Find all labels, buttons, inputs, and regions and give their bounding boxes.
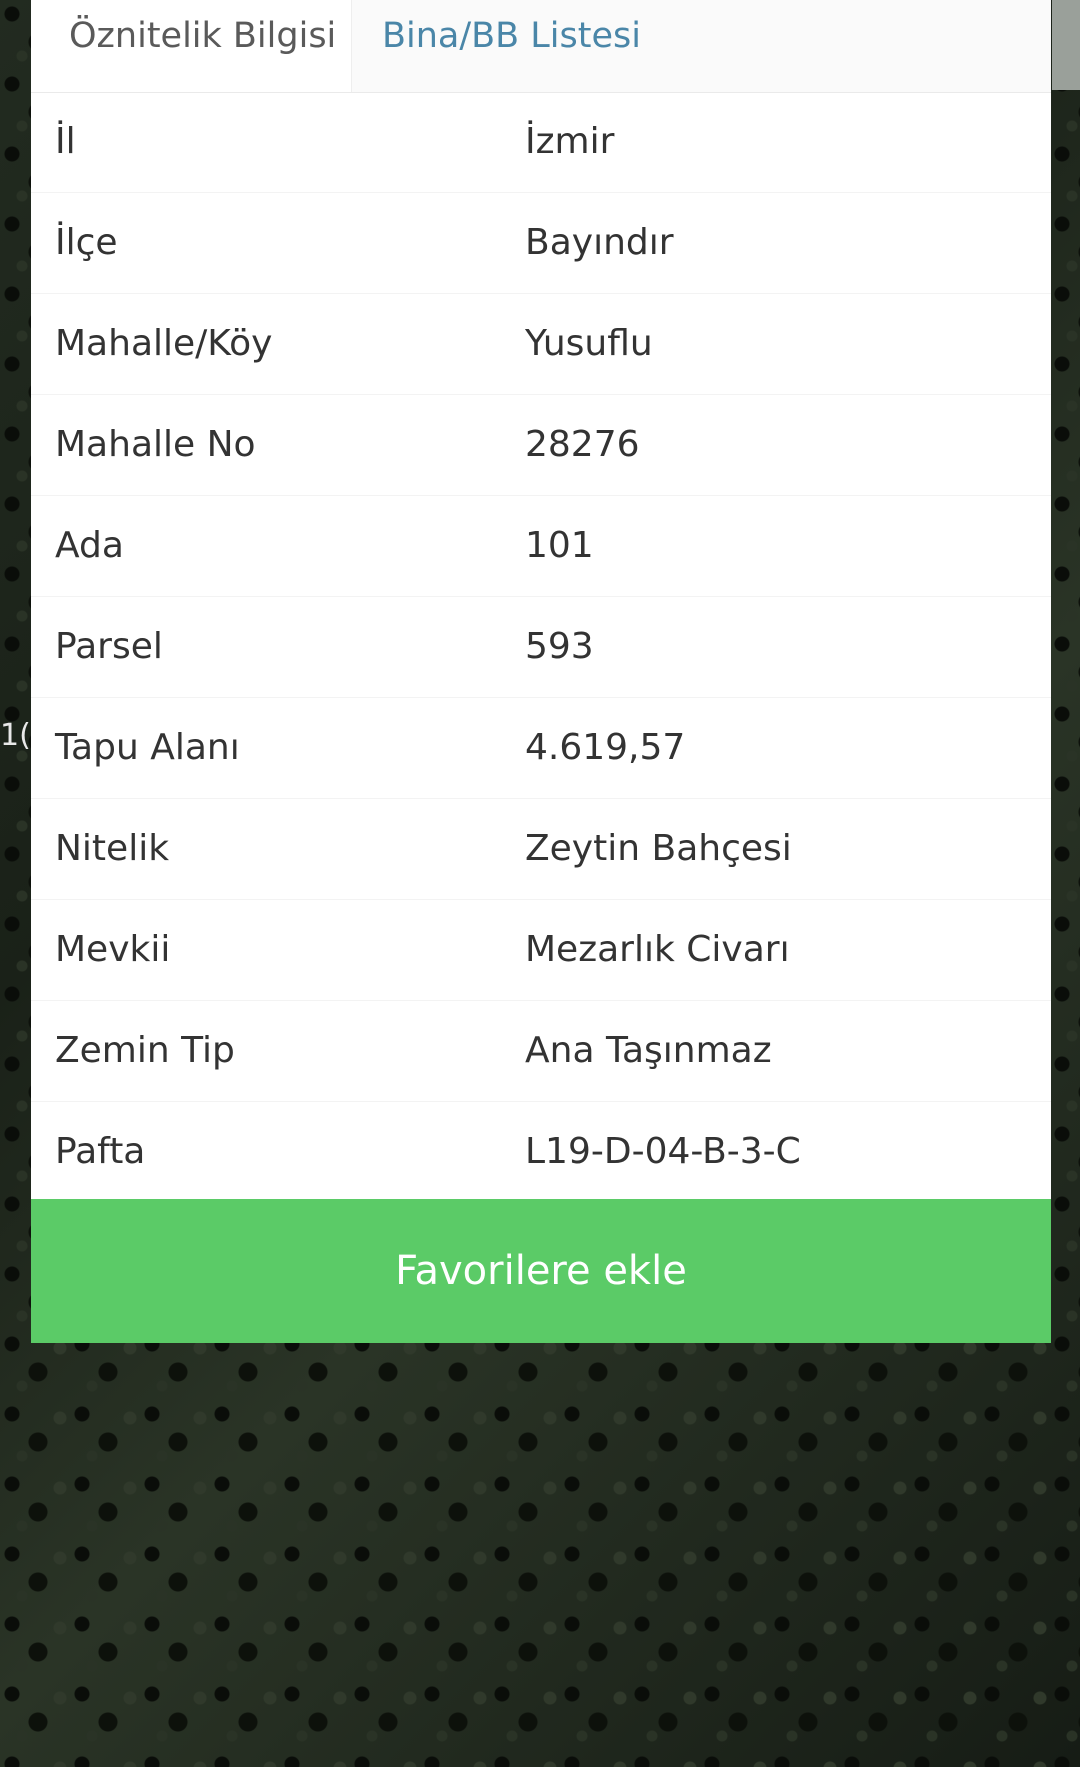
attribute-label: İl bbox=[55, 121, 76, 162]
attribute-row-parsel: Parsel 593 bbox=[31, 597, 1051, 698]
tab-attribute-info[interactable]: Öznitelik Bilgisi bbox=[31, 0, 351, 92]
attribute-label: Mahalle No bbox=[55, 424, 256, 465]
attribute-value: Bayındır bbox=[525, 222, 674, 263]
attribute-value: Zeytin Bahçesi bbox=[525, 828, 792, 869]
attribute-value: Mezarlık Civarı bbox=[525, 929, 790, 970]
attribute-row-ada: Ada 101 bbox=[31, 496, 1051, 597]
attribute-table: İl İzmir İlçe Bayındır Mahalle/Köy Yusuf… bbox=[31, 92, 1051, 1203]
attribute-value: L19-D-04-B-3-C bbox=[525, 1131, 801, 1172]
attribute-row-mevkii: Mevkii Mezarlık Civarı bbox=[31, 900, 1051, 1001]
attribute-label: İlçe bbox=[55, 222, 118, 263]
attribute-row-mahalle-no: Mahalle No 28276 bbox=[31, 395, 1051, 496]
attribute-label: Ada bbox=[55, 525, 124, 566]
add-to-favorites-button[interactable]: Favorilere ekle bbox=[31, 1199, 1051, 1343]
map-parcel-label: 1( bbox=[0, 718, 31, 753]
attribute-label: Mahalle/Köy bbox=[55, 323, 273, 364]
attribute-row-mahalle-koy: Mahalle/Köy Yusuflu bbox=[31, 294, 1051, 395]
tab-bar: Öznitelik Bilgisi Bina/BB Listesi bbox=[31, 0, 1051, 93]
attribute-value: İzmir bbox=[525, 121, 615, 162]
attribute-value: 28276 bbox=[525, 424, 640, 465]
attribute-label: Nitelik bbox=[55, 828, 170, 869]
attribute-label: Tapu Alanı bbox=[55, 727, 240, 768]
attribute-label: Parsel bbox=[55, 626, 163, 667]
attribute-row-tapu-alani: Tapu Alanı 4.619,57 bbox=[31, 698, 1051, 799]
attribute-value: Yusuflu bbox=[525, 323, 653, 364]
attribute-value: 593 bbox=[525, 626, 594, 667]
attribute-label: Mevkii bbox=[55, 929, 171, 970]
attribute-row-nitelik: Nitelik Zeytin Bahçesi bbox=[31, 799, 1051, 900]
attribute-row-ilce: İlçe Bayındır bbox=[31, 193, 1051, 294]
attribute-row-pafta: Pafta L19-D-04-B-3-C bbox=[31, 1102, 1051, 1203]
attribute-label: Pafta bbox=[55, 1131, 146, 1172]
tab-building-list[interactable]: Bina/BB Listesi bbox=[351, 0, 1051, 92]
attribute-value: 4.619,57 bbox=[525, 727, 686, 768]
attribute-label: Zemin Tip bbox=[55, 1030, 235, 1071]
attribute-value: 101 bbox=[525, 525, 594, 566]
attribute-row-il: İl İzmir bbox=[31, 92, 1051, 193]
map-edge-control bbox=[1052, 0, 1080, 90]
parcel-info-panel: Öznitelik Bilgisi Bina/BB Listesi İl İzm… bbox=[31, 0, 1051, 1343]
attribute-row-zemin-tip: Zemin Tip Ana Taşınmaz bbox=[31, 1001, 1051, 1102]
attribute-value: Ana Taşınmaz bbox=[525, 1030, 772, 1071]
